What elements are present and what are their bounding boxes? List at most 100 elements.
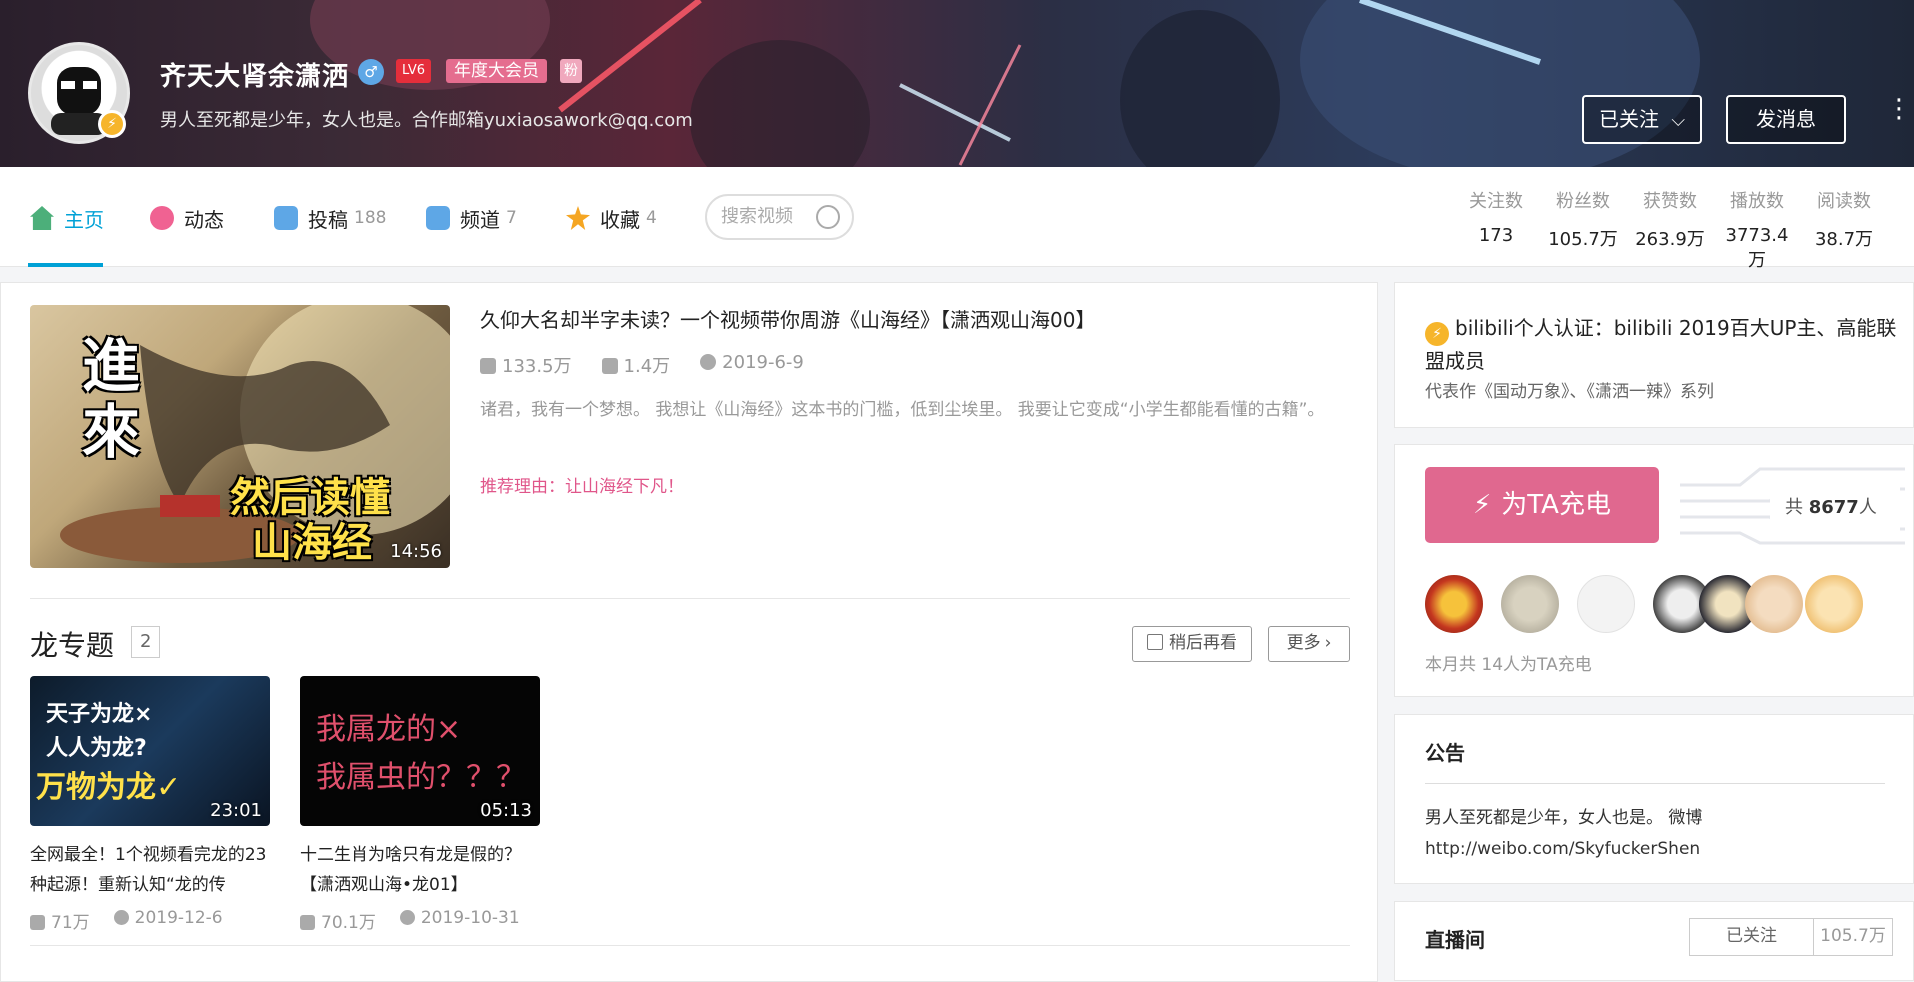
notice-title: 公告 bbox=[1425, 741, 1465, 765]
notice-line-1: 男人至死都是少年，女人也是。 微博 bbox=[1425, 808, 1703, 828]
stat-fans-value: 105.7万 bbox=[1548, 229, 1618, 250]
video-duration: 23:01 bbox=[210, 800, 262, 821]
live-follower-count: 105.7万 bbox=[1813, 918, 1893, 956]
stat-reads: 阅读数 38.7万 bbox=[1804, 187, 1884, 251]
tab-favorites-count: 4 bbox=[646, 208, 657, 228]
tab-channel[interactable]: 频道 7 bbox=[426, 203, 517, 233]
thumbnail-line-2: 我属虫的？？？ bbox=[316, 760, 526, 795]
thumbnail-line-1: 我属龙的× bbox=[316, 712, 462, 747]
notice-card: 公告 男人至死都是少年，女人也是。 微博 http://weibo.com/Sk… bbox=[1394, 714, 1914, 884]
tab-home-label: 主页 bbox=[64, 207, 104, 232]
supporter-avatar[interactable] bbox=[1577, 575, 1635, 633]
thumbnail-line-1: 天子为龙× bbox=[46, 702, 153, 727]
stat-likes: 获赞数 263.9万 bbox=[1630, 187, 1710, 251]
verified-lightning-icon: ⚡ bbox=[98, 110, 126, 138]
stat-plays: 播放数 3773.4万 bbox=[1717, 187, 1797, 272]
stat-following-label: 关注数 bbox=[1469, 191, 1523, 212]
thumbnail-line-2: 人人为龙? bbox=[46, 736, 147, 761]
clock-icon bbox=[399, 910, 415, 925]
tab-home[interactable]: 主页 bbox=[30, 203, 104, 233]
video-search-input[interactable]: 搜索视频 bbox=[705, 194, 854, 240]
watch-later-button[interactable]: 稍后再看 bbox=[1132, 626, 1252, 662]
thumbnail-text-shanhai: 山海经 bbox=[252, 520, 372, 566]
tab-uploads-count: 188 bbox=[354, 208, 387, 228]
verified-lightning-icon: ⚡ bbox=[1425, 322, 1449, 346]
featured-video-description: 诸君，我有一个梦想。 我想让《山海经》这本书的门槛，低到尘埃里。 我要让它变成“… bbox=[480, 400, 1325, 420]
message-button[interactable]: 发消息 bbox=[1726, 95, 1846, 144]
tab-favorites[interactable]: 收藏 4 bbox=[566, 203, 657, 233]
certification-works: 代表作《国动万象》、《潇洒一辣》系列 bbox=[1425, 382, 1714, 402]
stat-reads-value: 38.7万 bbox=[1814, 229, 1874, 250]
tab-favorites-label: 收藏 bbox=[600, 207, 640, 232]
supporter-avatar[interactable] bbox=[1745, 575, 1803, 633]
fan-badge[interactable]: 粉 bbox=[560, 59, 582, 83]
supporter-avatar[interactable] bbox=[1805, 575, 1863, 633]
play-icon bbox=[480, 358, 496, 374]
series-video-title[interactable]: 十二生肖为啥只有龙是假的？【潇洒观山海•龙01】 bbox=[300, 840, 540, 900]
clock-icon bbox=[113, 910, 129, 925]
charge-supporters bbox=[1425, 575, 1863, 633]
live-follow-button[interactable]: 已关注 bbox=[1689, 918, 1813, 956]
username: 齐天大肾余潇洒 bbox=[160, 62, 350, 92]
series-title[interactable]: 龙专题 bbox=[30, 624, 114, 664]
watch-later-icon bbox=[1147, 634, 1163, 650]
tab-channel-count: 7 bbox=[506, 208, 517, 228]
play-icon bbox=[30, 915, 45, 930]
stat-following-value: 173 bbox=[1478, 225, 1514, 246]
vip-badge[interactable]: 年度大会员 bbox=[446, 59, 547, 83]
live-room-title: 直播间 bbox=[1425, 928, 1485, 952]
supporter-avatar[interactable] bbox=[1501, 575, 1559, 633]
section-divider bbox=[30, 945, 1350, 946]
section-divider bbox=[30, 598, 1350, 599]
search-icon[interactable] bbox=[816, 205, 840, 229]
danmaku-icon bbox=[601, 358, 618, 374]
featured-video-meta: 133.5万 1.4万 2019-6-9 bbox=[480, 352, 804, 378]
charge-total: 共 8677人 bbox=[1785, 497, 1877, 518]
stat-likes-value: 263.9万 bbox=[1635, 229, 1705, 250]
more-options-icon[interactable]: ⋮ bbox=[1886, 96, 1912, 134]
danmaku-count: 1.4万 bbox=[601, 352, 670, 378]
featured-video-reason: 推荐理由：让山海经下凡！ bbox=[480, 477, 684, 497]
chevron-down-icon: ⌵ bbox=[1671, 110, 1685, 131]
series-video-card[interactable]: 我属龙的× 我属虫的？？？ 05:13 十二生肖为啥只有龙是假的？【潇洒观山海•… bbox=[300, 676, 540, 933]
series-video-thumbnail[interactable]: 我属龙的× 我属虫的？？？ 05:13 bbox=[300, 676, 540, 826]
series-video-thumbnail[interactable]: 天子为龙× 人人为龙? 万物为龙✓ 23:01 bbox=[30, 676, 270, 826]
charge-button[interactable]: ⚡ 为TA充电 bbox=[1425, 467, 1659, 543]
upload-date: 2019-6-9 bbox=[700, 352, 804, 378]
thumbnail-text-jin: 進來 bbox=[82, 332, 141, 466]
series-video-card[interactable]: 天子为龙× 人人为龙? 万物为龙✓ 23:01 全网最全！1个视频看完龙的23种… bbox=[30, 676, 270, 933]
level-badge: LV6 bbox=[396, 59, 431, 83]
clock-icon bbox=[700, 354, 717, 370]
stat-plays-value: 3773.4万 bbox=[1725, 225, 1789, 271]
thumbnail-line-3: 万物为龙✓ bbox=[36, 770, 182, 805]
chevron-right-icon: › bbox=[1324, 633, 1332, 653]
more-button[interactable]: 更多 › bbox=[1268, 626, 1350, 662]
charge-month-count: 本月共 14人为TA充电 bbox=[1425, 655, 1592, 675]
charge-card: ⚡ 为TA充电 共 8677人 本月共 14人为TA充电 bbox=[1394, 444, 1914, 697]
search-placeholder: 搜索视频 bbox=[721, 206, 793, 227]
featured-video-title[interactable]: 久仰大名却半字未读？一个视频带你周游《山海经》【潇洒观山海00】 bbox=[480, 304, 1095, 333]
series-video-meta: 71万 2019-12-6 bbox=[30, 908, 270, 933]
lightning-icon: ⚡ bbox=[1473, 490, 1492, 520]
follow-button[interactable]: 已关注 ⌵ bbox=[1582, 95, 1702, 144]
stat-fans[interactable]: 粉丝数 105.7万 bbox=[1543, 187, 1623, 251]
tab-uploads[interactable]: 投稿 188 bbox=[274, 203, 386, 233]
play-count: 70.1万 bbox=[300, 908, 376, 933]
notice-divider bbox=[1425, 783, 1885, 784]
home-icon bbox=[30, 206, 54, 230]
tab-dynamic-label: 动态 bbox=[184, 207, 224, 232]
live-room-card: 直播间 已关注 105.7万 bbox=[1394, 901, 1914, 981]
video-duration: 14:56 bbox=[390, 541, 442, 562]
dynamic-icon bbox=[150, 206, 174, 230]
play-count: 133.5万 bbox=[480, 352, 572, 378]
upload-icon bbox=[274, 206, 298, 230]
play-icon bbox=[300, 915, 315, 930]
featured-video-thumbnail[interactable]: 進來 然后读懂 山海经 14:56 bbox=[30, 305, 450, 568]
stat-following[interactable]: 关注数 173 bbox=[1456, 187, 1536, 246]
male-icon: ♂ bbox=[358, 59, 384, 85]
series-video-title[interactable]: 全网最全！1个视频看完龙的23种起源！重新认知“龙的传 bbox=[30, 840, 270, 900]
tab-uploads-label: 投稿 bbox=[308, 207, 348, 232]
supporter-avatar[interactable] bbox=[1425, 575, 1483, 633]
tab-dynamic[interactable]: 动态 bbox=[150, 203, 224, 233]
stat-likes-label: 获赞数 bbox=[1643, 191, 1697, 212]
